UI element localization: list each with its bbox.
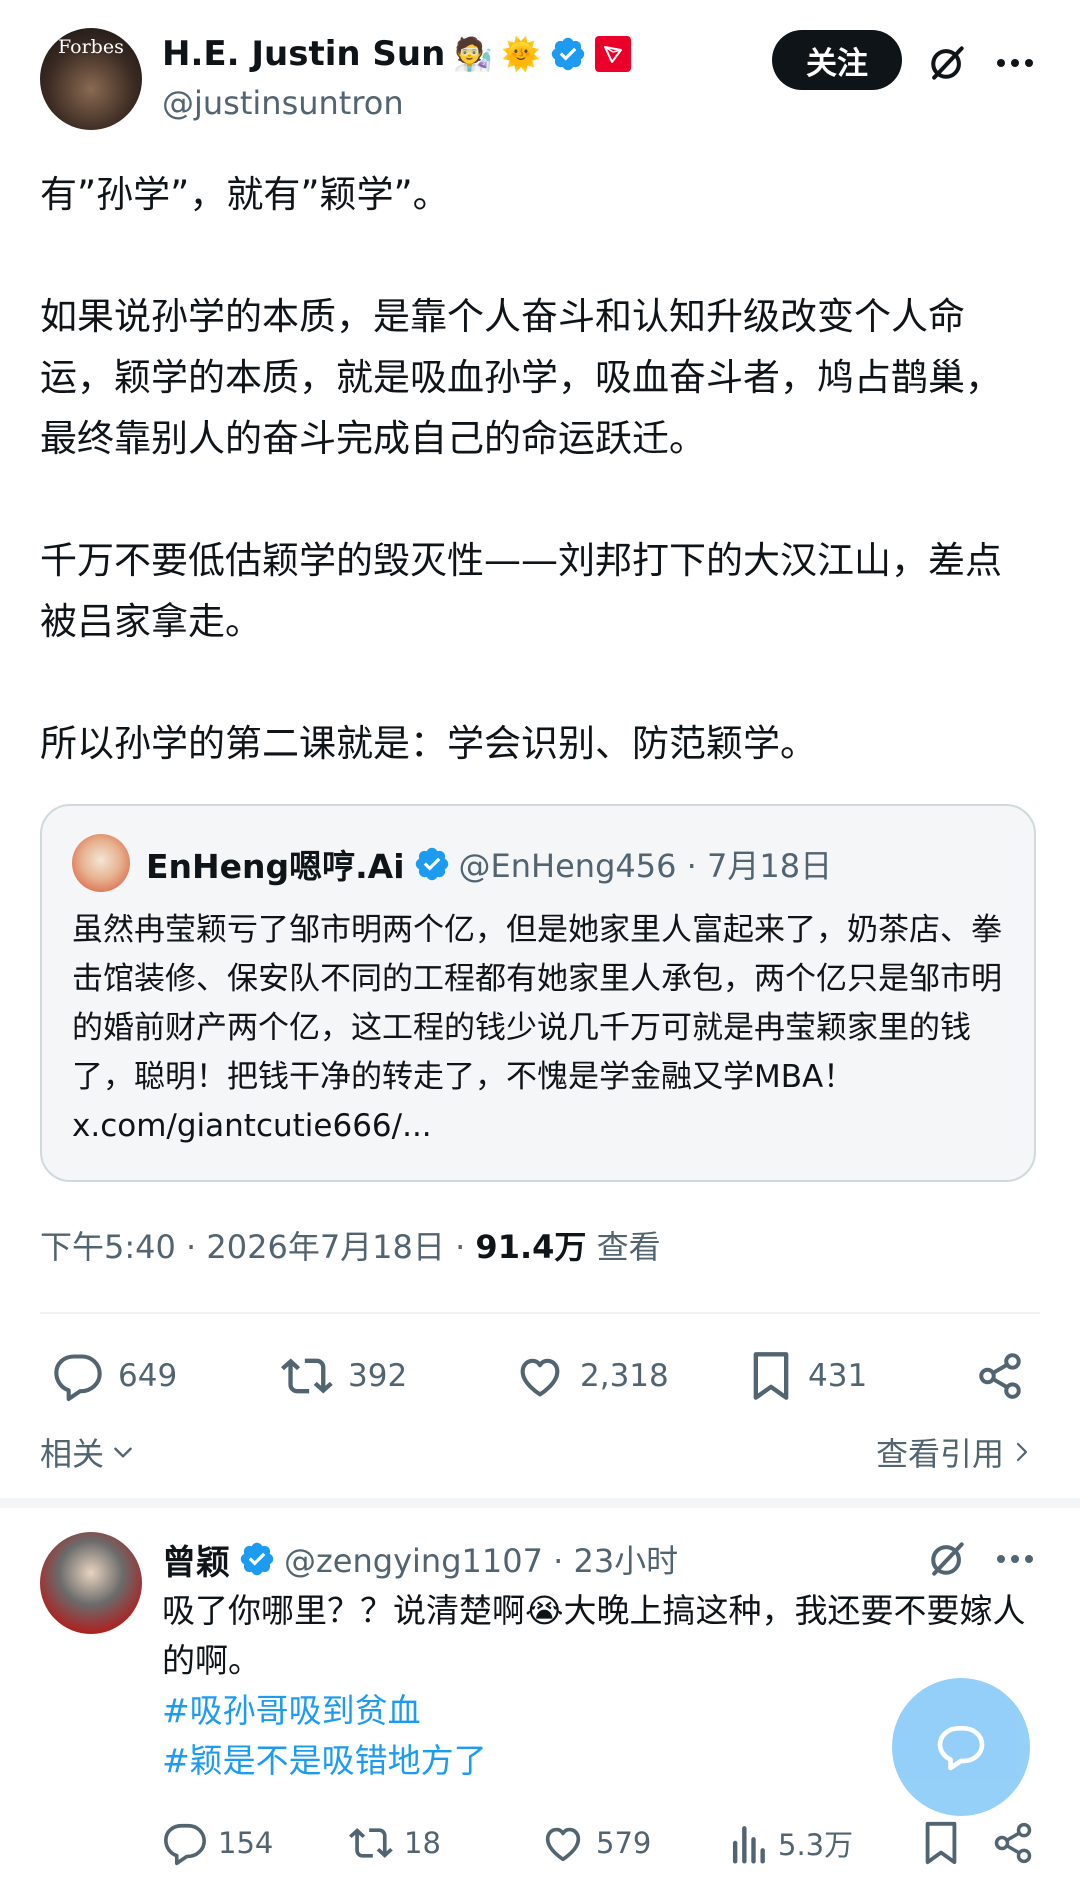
retweet-count: 392 — [348, 1358, 408, 1394]
reply-reply-count: 154 — [218, 1826, 274, 1860]
badge-emoji-1: 🧑‍🔬 — [453, 35, 494, 73]
quote-author-name: EnHeng嗯哼.Ai — [146, 847, 405, 886]
bookmark-count: 431 — [808, 1358, 868, 1394]
more-icon[interactable] — [990, 38, 1040, 88]
view-quotes-link[interactable]: 查看引用 — [876, 1428, 1034, 1476]
reply-like-button[interactable]: 579 — [540, 1818, 651, 1868]
reply-author-avatar[interactable] — [40, 1532, 142, 1634]
grok-icon[interactable] — [922, 38, 972, 88]
chevron-down-icon — [110, 1439, 136, 1465]
compose-chat-button[interactable] — [892, 1678, 1030, 1816]
quote-text: 虽然冉莹颖亏了邹市明两个亿，但是她家里人富起来了，奶茶店、拳击馆装修、保安队不同… — [72, 912, 1002, 1144]
share-icon[interactable] — [972, 1348, 1028, 1404]
reply-icon — [162, 1820, 208, 1866]
follow-button[interactable]: 关注 — [772, 30, 902, 90]
views-icon — [728, 1821, 768, 1865]
divider — [40, 1312, 1040, 1314]
more-icon[interactable] — [990, 1534, 1040, 1584]
bookmark-icon — [748, 1350, 794, 1402]
like-icon — [514, 1350, 566, 1402]
chevron-right-icon — [1010, 1439, 1034, 1465]
section-separator — [0, 1498, 1080, 1508]
tron-logo-icon — [594, 36, 631, 72]
reply-handle-time: @zengying1107 · 23小时 — [284, 1542, 679, 1580]
grok-icon[interactable] — [922, 1534, 972, 1584]
related-label: 相关 — [40, 1435, 105, 1473]
reply-like-count: 579 — [596, 1826, 652, 1860]
reply-header: 曾颖 @zengying1107 · 23小时 — [162, 1534, 678, 1584]
tweet-text: 有”孙学”，就有”颖学”。 如果说孙学的本质，是靠个人奋斗和认知升级改变个人命运… — [40, 164, 1020, 774]
reply-button[interactable]: 649 — [52, 1348, 177, 1404]
badge-emoji-2: 🌞 — [501, 35, 541, 73]
retweet-icon — [348, 1821, 394, 1865]
verified-badge-icon — [549, 35, 587, 73]
like-icon — [540, 1820, 586, 1866]
compose-chat-icon — [933, 1719, 989, 1775]
reply-retweet-button[interactable]: 18 — [348, 1818, 441, 1868]
reply-author-name[interactable]: 曾颖 — [162, 1535, 230, 1584]
like-count: 2,318 — [580, 1358, 669, 1394]
views-count: 91.4万 — [475, 1228, 587, 1266]
quote-handle-time: @EnHeng456 · 7月18日 — [458, 847, 833, 885]
retweet-button[interactable]: 392 — [280, 1348, 407, 1404]
quote-author-avatar — [72, 834, 130, 892]
reply-reply-button[interactable]: 154 — [162, 1818, 273, 1868]
like-button[interactable]: 2,318 — [514, 1348, 669, 1404]
reply-icon — [52, 1350, 104, 1402]
tweet-paragraph: 如果说孙学的本质，是靠个人奋斗和认知升级改变个人命运，颖学的本质，就是吸血孙学，… — [40, 295, 1002, 460]
tweet-paragraph: 有”孙学”，就有”颖学”。 — [40, 173, 450, 216]
reply-retweet-count: 18 — [404, 1826, 441, 1860]
tweet-meta: 下午5:40 · 2026年7月18日 · 91.4万 查看 — [40, 1222, 661, 1268]
reply-views-button[interactable]: 5.3万 — [728, 1818, 853, 1868]
reply-text: 吸了你哪里？？说清楚啊😭大晚上搞这种，我还要不要嫁人的啊。 — [162, 1591, 1026, 1680]
author-name[interactable]: H.E. Justin Sun — [162, 34, 445, 74]
view-quotes-label: 查看引用 — [875, 1435, 1004, 1473]
author-handle[interactable]: @justinsuntron — [162, 84, 404, 122]
bookmark-icon[interactable] — [916, 1818, 966, 1868]
verified-badge-icon — [238, 1540, 276, 1578]
verified-badge-icon — [413, 845, 451, 883]
bookmark-button[interactable]: 431 — [748, 1348, 867, 1404]
tweet-paragraph: 所以孙学的第二课就是：学会识别、防范颖学。 — [40, 722, 817, 765]
views-label: 查看 — [586, 1228, 661, 1266]
tweet-paragraph: 千万不要低估颖学的毁灭性——刘邦打下的大汉江山，差点被吕家拿走。 — [40, 539, 1002, 643]
avatar-logo-text: Forbes — [58, 36, 124, 58]
reply-views-count: 5.3万 — [778, 1828, 854, 1862]
follow-label: 关注 — [806, 45, 868, 82]
author-avatar[interactable]: Forbes — [40, 28, 142, 130]
retweet-icon — [280, 1350, 334, 1402]
quote-header: EnHeng嗯哼.Ai @EnHeng456 · 7月18日 — [146, 836, 832, 892]
tweet-timestamp[interactable]: 下午5:40 · 2026年7月18日 · — [40, 1228, 475, 1266]
quoted-tweet[interactable]: EnHeng嗯哼.Ai @EnHeng456 · 7月18日 虽然冉莹颖亏了邹市… — [40, 804, 1036, 1182]
related-dropdown[interactable]: 相关 — [40, 1428, 136, 1476]
reply-count: 649 — [118, 1358, 178, 1394]
author-name-row: H.E. Justin Sun 🧑‍🔬 🌞 — [162, 30, 631, 78]
share-icon[interactable] — [988, 1818, 1038, 1868]
